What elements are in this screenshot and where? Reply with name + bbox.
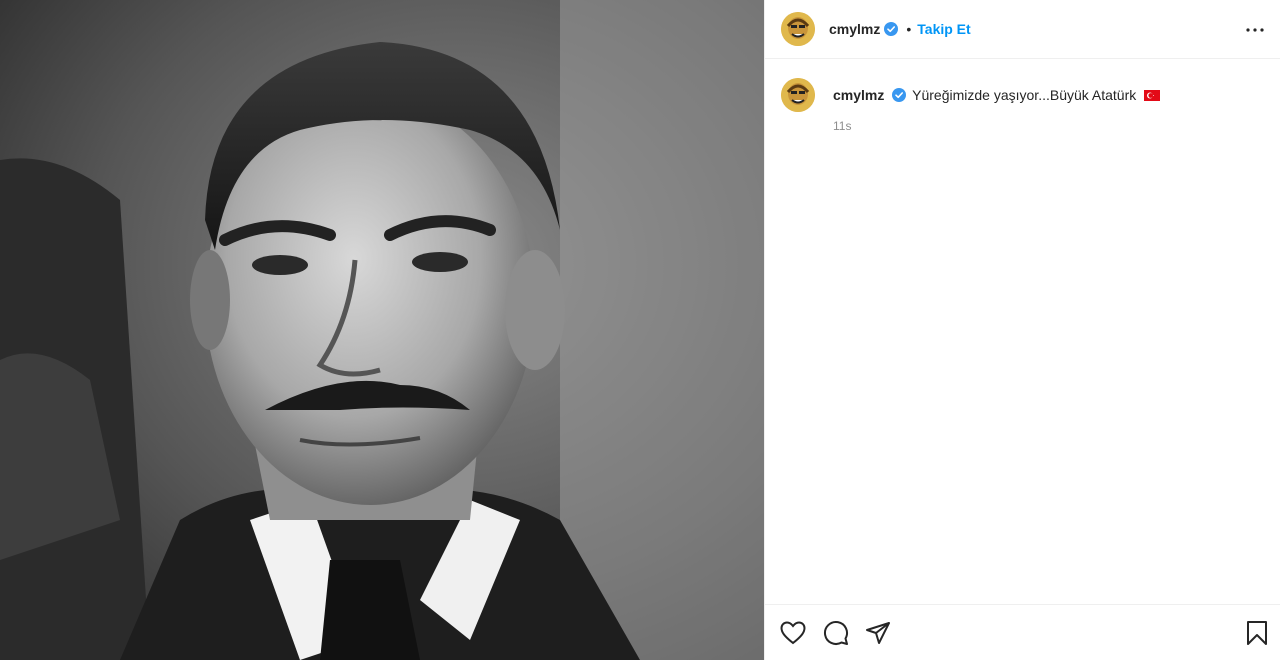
post-timestamp: 11s	[833, 119, 852, 133]
comment-bubble-icon[interactable]	[822, 619, 850, 647]
action-bar	[765, 604, 1280, 660]
paper-plane-icon[interactable]	[864, 619, 892, 647]
avatar-image	[781, 78, 815, 112]
bookmark-icon[interactable]	[1243, 619, 1271, 647]
avatar-image	[781, 12, 815, 46]
post-side-panel: cmylmz • Takip Et cmylmz Yüreğimizde yaş…	[764, 0, 1280, 660]
post-header: cmylmz • Takip Et	[765, 0, 1280, 59]
turkey-flag-icon	[1144, 90, 1161, 101]
verified-badge-icon	[892, 88, 907, 102]
caption-comment: cmylmz Yüreğimizde yaşıyor...Büyük Atatü…	[781, 78, 1261, 133]
caption-text: Yüreğimizde yaşıyor...Büyük Atatürk	[912, 87, 1137, 103]
caption-avatar[interactable]	[781, 78, 815, 112]
more-options-icon[interactable]	[1243, 18, 1267, 42]
user-avatar[interactable]	[781, 12, 815, 46]
portrait-image	[0, 0, 764, 660]
header-separator: •	[906, 21, 912, 37]
caption-username[interactable]: cmylmz	[833, 87, 884, 103]
caption-line: cmylmz Yüreğimizde yaşıyor...Büyük Atatü…	[833, 86, 1161, 104]
heart-icon[interactable]	[779, 619, 807, 647]
caption-body: cmylmz Yüreğimizde yaşıyor...Büyük Atatü…	[833, 78, 1161, 133]
header-username[interactable]: cmylmz	[829, 21, 880, 37]
verified-badge-icon	[884, 22, 899, 36]
follow-button[interactable]: Takip Et	[917, 21, 970, 37]
post-photo[interactable]	[0, 0, 764, 660]
